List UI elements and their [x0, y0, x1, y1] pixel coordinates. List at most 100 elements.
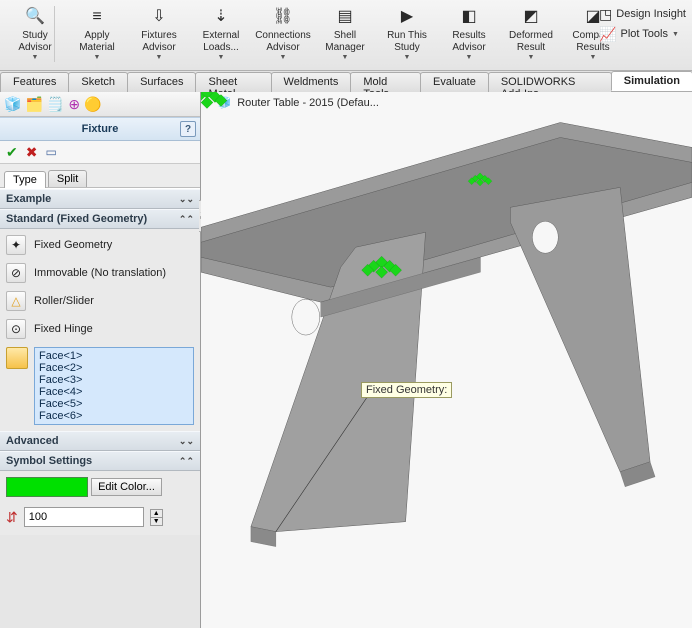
config-icon[interactable]: 🗂️	[25, 96, 42, 113]
section-symbol-settings[interactable]: Symbol Settings ⌃⌃	[0, 451, 200, 471]
chevron-down-icon: ▼	[156, 54, 163, 62]
ribbon-right-label: Plot Tools	[620, 28, 668, 40]
chevron-down-icon: ⌄⌄	[179, 194, 194, 205]
symbol-size-input[interactable]	[24, 507, 144, 527]
symbol-color-swatch[interactable]	[6, 477, 88, 497]
deformed-icon: ◩	[519, 5, 543, 29]
model-view	[201, 92, 692, 628]
tab-features[interactable]: Features	[0, 72, 69, 92]
tab-simulation[interactable]: Simulation	[611, 71, 692, 91]
display-icon[interactable]: 🟡	[84, 96, 101, 113]
cancel-button[interactable]: ✖	[26, 144, 38, 161]
chevron-down-icon: ▼	[404, 54, 411, 62]
face-select-icon[interactable]	[6, 347, 28, 369]
results-icon: ◧	[457, 5, 481, 29]
ribbon-study-advisor[interactable]: 🔍 Study Advisor ▼	[4, 2, 66, 65]
ribbon-connections-advisor[interactable]: ⛓ Connections Advisor ▼	[252, 2, 314, 65]
chevron-down-icon: ▼	[94, 54, 101, 62]
help-icon[interactable]: ?	[180, 121, 196, 137]
ribbon-label: Apply Material	[79, 30, 115, 53]
ok-button[interactable]: ✔	[6, 144, 18, 161]
ribbon-label: Results Advisor	[452, 30, 485, 53]
hinge-icon: ⊙	[6, 319, 26, 339]
assembly-icon[interactable]: 🧊	[4, 96, 21, 113]
panel-title: Fixture ?	[0, 117, 200, 141]
run-icon: ▶	[395, 5, 419, 29]
face-selection: Face<1> Face<2> Face<3> Face<4> Face<5> …	[0, 343, 200, 429]
ribbon-right-label: Design Insight	[616, 8, 686, 20]
section-label: Example	[6, 193, 51, 205]
list-item[interactable]: Face<3>	[39, 374, 189, 386]
design-insight-icon: ◳	[599, 6, 612, 23]
fixture-label: Fixed Geometry	[34, 239, 112, 251]
chevron-down-icon: ▼	[466, 54, 473, 62]
fixture-label: Immovable (No translation)	[34, 267, 166, 279]
tab-weldments[interactable]: Weldments	[271, 72, 352, 92]
chevron-down-icon: ▼	[32, 54, 39, 62]
section-label: Standard (Fixed Geometry)	[6, 213, 147, 225]
subtab-type[interactable]: Type	[4, 171, 46, 188]
tab-evaluate[interactable]: Evaluate	[420, 72, 489, 92]
face-list[interactable]: Face<1> Face<2> Face<3> Face<4> Face<5> …	[34, 347, 194, 425]
fixture-immovable[interactable]: ⊘ Immovable (No translation)	[0, 259, 200, 287]
ribbon-label: Shell Manager	[325, 30, 364, 53]
tab-addins[interactable]: SOLIDWORKS Add-Ins	[488, 72, 612, 92]
section-standard-body: ✦ Fixed Geometry ⊘ Immovable (No transla…	[0, 229, 200, 431]
ribbon-label: Study Advisor	[18, 30, 51, 53]
tab-mold-tools[interactable]: Mold Tools	[350, 72, 421, 92]
section-example[interactable]: Example ⌄⌄	[0, 189, 200, 209]
ribbon-apply-material[interactable]: ≡ Apply Material ▼	[66, 2, 128, 65]
ribbon: 🔍 Study Advisor ▼ ≡ Apply Material ▼ ⇩ F…	[0, 0, 692, 71]
subtab-split[interactable]: Split	[48, 170, 87, 187]
tab-sketch[interactable]: Sketch	[68, 72, 128, 92]
magnifier-icon: 🔍	[23, 5, 47, 29]
plot-icon: 📈	[599, 26, 616, 43]
tab-surfaces[interactable]: Surfaces	[127, 72, 196, 92]
fixture-fixed-hinge[interactable]: ⊙ Fixed Hinge	[0, 315, 200, 343]
list-item[interactable]: Face<4>	[39, 386, 189, 398]
chevron-down-icon: ▼	[280, 54, 287, 62]
panel-title-text: Fixture	[82, 123, 119, 135]
section-standard[interactable]: Standard (Fixed Geometry) ⌃⌃	[0, 209, 200, 229]
panel-subtabs: Type Split	[0, 164, 200, 188]
ribbon-label: Run This Study	[387, 30, 427, 53]
chevron-down-icon: ▼	[528, 54, 535, 62]
ribbon-results-advisor[interactable]: ◧ Results Advisor ▼	[438, 2, 500, 65]
workspace: 🧊 🗂️ 🗒️ ⊕ 🟡 Fixture ? ✔ ✖ ▭ Type Split E…	[0, 92, 692, 628]
chevron-down-icon: ▼	[342, 54, 349, 62]
spinner-buttons[interactable]: ▲▼	[150, 509, 163, 526]
fixture-roller-slider[interactable]: △ Roller/Slider	[0, 287, 200, 315]
tooltip-text: Fixed Geometry:	[366, 384, 447, 396]
list-item[interactable]: Face<1>	[39, 350, 189, 362]
pin-button[interactable]: ▭	[45, 145, 56, 159]
chevron-down-icon: ⌄⌄	[179, 436, 194, 447]
ribbon-run-study[interactable]: ▶ Run This Study ▼	[376, 2, 438, 65]
section-label: Advanced	[6, 435, 59, 447]
section-symbol-body: Edit Color... ⇵ ▲▼	[0, 471, 200, 535]
symbol-size-row: ⇵ ▲▼	[0, 501, 200, 533]
graphics-viewport[interactable]: ▸ 🧊 Router Table - 2015 (Defau...	[201, 92, 692, 628]
ribbon-label: Connections Advisor	[255, 30, 311, 53]
ribbon-fixtures-advisor[interactable]: ⇩ Fixtures Advisor ▼	[128, 2, 190, 65]
ribbon-right-group: ◳ Design Insight 📈 Plot Tools ▼	[599, 4, 686, 44]
ribbon-external-loads[interactable]: ⇣ External Loads... ▼	[190, 2, 252, 65]
ribbon-deformed-result[interactable]: ◩ Deformed Result ▼	[500, 2, 562, 65]
load-icon: ⇣	[209, 5, 233, 29]
edit-color-button[interactable]: Edit Color...	[91, 478, 162, 496]
list-item[interactable]: Face<6>	[39, 410, 189, 422]
list-item[interactable]: Face<2>	[39, 362, 189, 374]
list-item[interactable]: Face<5>	[39, 398, 189, 410]
fixture-fixed-geometry[interactable]: ✦ Fixed Geometry	[0, 231, 200, 259]
chevron-down-icon: ▼	[672, 31, 679, 38]
roller-icon: △	[6, 291, 26, 311]
target-icon[interactable]: ⊕	[68, 96, 80, 113]
ribbon-shell-manager[interactable]: ▤ Shell Manager ▼	[314, 2, 376, 65]
fixture-label: Fixed Hinge	[34, 323, 93, 335]
tree-icon[interactable]: 🗒️	[47, 96, 64, 113]
chevron-up-icon: ⌃⌃	[179, 456, 194, 467]
ribbon-design-insight[interactable]: ◳ Design Insight	[599, 4, 686, 24]
tab-sheet-metal[interactable]: Sheet Metal	[195, 72, 271, 92]
ribbon-plot-tools[interactable]: 📈 Plot Tools ▼	[599, 24, 686, 44]
fixture-label: Roller/Slider	[34, 295, 94, 307]
section-advanced[interactable]: Advanced ⌄⌄	[0, 431, 200, 451]
